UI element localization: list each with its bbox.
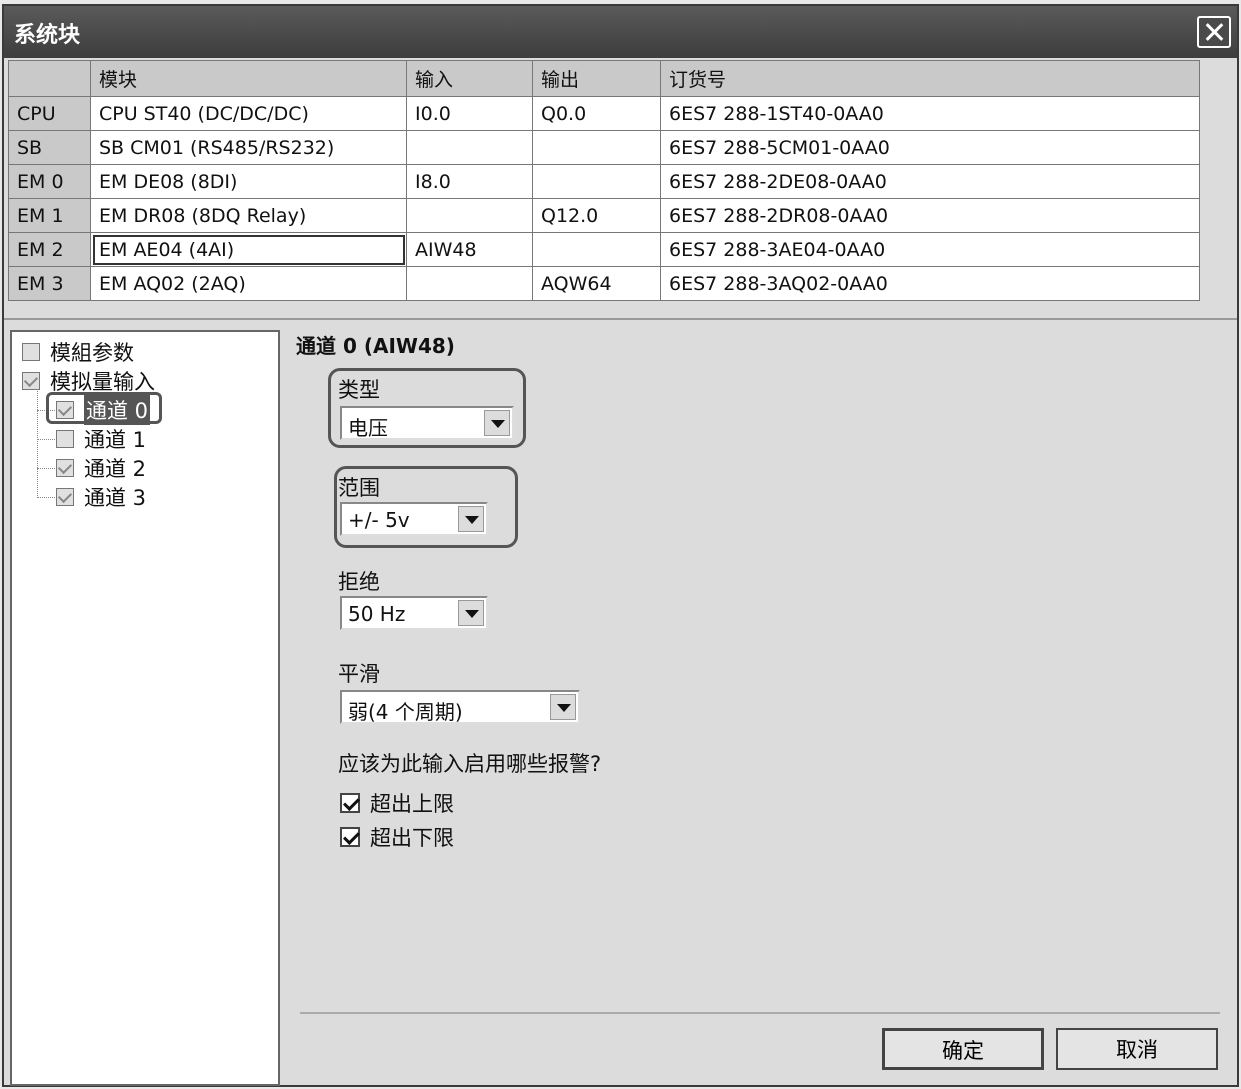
type-label: 类型 (338, 378, 380, 402)
tree-item-analog-input[interactable]: 模拟量输入 (22, 367, 155, 395)
tree-item-label: 模組参数 (50, 341, 134, 365)
output-cell[interactable]: AQW64 (532, 266, 661, 301)
range-select[interactable]: +/- 5v (340, 502, 488, 536)
module-cell[interactable]: EM AQ02 (2AQ) (90, 266, 407, 301)
chevron-down-icon[interactable] (484, 410, 510, 436)
header-output: 输出 (532, 60, 661, 97)
alarm-lower-checkbox-row[interactable]: 超出下限 (340, 822, 454, 852)
alarm-lower-checkbox[interactable] (340, 827, 360, 847)
table-row[interactable]: EM 3 EM AQ02 (2AQ) AQW64 6ES7 288-3AQ02-… (8, 266, 1200, 301)
alarm-upper-checkbox-row[interactable]: 超出上限 (340, 788, 454, 818)
reject-label: 拒绝 (338, 570, 380, 594)
type-select[interactable]: 电压 (340, 406, 514, 440)
row-slot[interactable]: EM 1 (8, 198, 91, 233)
system-block-dialog: 系统块 模块 输入 输出 订货号 CPU CPU ST40 (DC/DC/DC)… (2, 4, 1239, 1087)
input-cell[interactable] (406, 130, 533, 165)
order-cell[interactable]: 6ES7 288-2DE08-0AA0 (660, 164, 1200, 199)
alarm-question: 应该为此输入启用哪些报警? (338, 752, 602, 776)
tree-item-channel-3[interactable]: 通道 3 (56, 483, 146, 511)
header-order-number: 订货号 (660, 60, 1200, 97)
order-cell[interactable]: 6ES7 288-5CM01-0AA0 (660, 130, 1200, 165)
checkbox-icon[interactable] (56, 430, 74, 448)
checkbox-icon[interactable] (56, 488, 74, 506)
table-row[interactable]: EM 0 EM DE08 (8DI) I8.0 6ES7 288-2DE08-0… (8, 164, 1200, 199)
highlight-box (46, 392, 162, 424)
range-select-value: +/- 5v (348, 508, 410, 532)
tree-connector (37, 439, 57, 440)
cancel-button[interactable]: 取消 (1056, 1028, 1218, 1070)
checkbox-icon[interactable] (22, 343, 40, 361)
table-row[interactable]: EM 1 EM DR08 (8DQ Relay) Q12.0 6ES7 288-… (8, 198, 1200, 233)
alarm-lower-label: 超出下限 (370, 826, 454, 850)
reject-select-value: 50 Hz (348, 602, 406, 626)
output-cell[interactable] (532, 130, 661, 165)
output-cell[interactable]: Q0.0 (532, 96, 661, 131)
output-cell[interactable] (532, 232, 661, 267)
smooth-select-value: 弱(4 个周期) (348, 700, 463, 724)
button-separator (300, 1012, 1220, 1014)
order-cell[interactable]: 6ES7 288-3AQ02-0AA0 (660, 266, 1200, 301)
chevron-down-icon[interactable] (458, 506, 484, 532)
module-cell[interactable]: SB CM01 (RS485/RS232) (90, 130, 407, 165)
close-icon[interactable] (1197, 16, 1231, 48)
row-slot[interactable]: EM 2 (8, 232, 91, 267)
tree-item-channel-1[interactable]: 通道 1 (56, 425, 146, 453)
output-cell[interactable]: Q12.0 (532, 198, 661, 233)
row-slot[interactable]: EM 3 (8, 266, 91, 301)
reject-select[interactable]: 50 Hz (340, 596, 488, 630)
tree-item-module-params[interactable]: 模組参数 (22, 338, 134, 366)
pane-divider[interactable] (4, 318, 1237, 320)
channel-settings-panel: 通道 0 (AIW48) 类型 电压 范围 +/- 5v 拒绝 50 Hz 平滑… (296, 328, 1226, 1008)
tree-item-label: 通道 2 (84, 457, 147, 481)
module-cell[interactable]: EM DR08 (8DQ Relay) (90, 198, 407, 233)
input-cell[interactable]: I0.0 (406, 96, 533, 131)
output-cell[interactable] (532, 164, 661, 199)
range-label: 范围 (338, 476, 380, 500)
table-row[interactable]: CPU CPU ST40 (DC/DC/DC) I0.0 Q0.0 6ES7 2… (8, 96, 1200, 131)
tree-item-label: 通道 3 (84, 486, 147, 510)
order-cell[interactable]: 6ES7 288-3AE04-0AA0 (660, 232, 1200, 267)
row-slot[interactable]: EM 0 (8, 164, 91, 199)
table-row[interactable]: EM 2 EM AE04 (4AI) AIW48 6ES7 288-3AE04-… (8, 232, 1200, 267)
tree-connector (37, 497, 57, 498)
chevron-down-icon[interactable] (458, 600, 484, 626)
title-bar: 系统块 (4, 6, 1237, 58)
order-cell[interactable]: 6ES7 288-1ST40-0AA0 (660, 96, 1200, 131)
module-cell-selected[interactable]: EM AE04 (4AI) (90, 232, 407, 267)
parameter-tree: 模組参数 模拟量输入 通道 0 通道 1 通道 2 通道 3 (10, 330, 280, 1086)
row-slot[interactable]: CPU (8, 96, 91, 131)
input-cell[interactable] (406, 266, 533, 301)
checkbox-icon[interactable] (56, 459, 74, 477)
input-cell[interactable]: AIW48 (406, 232, 533, 267)
dialog-title: 系统块 (14, 23, 81, 48)
type-select-value: 电压 (348, 416, 388, 440)
alarm-upper-checkbox[interactable] (340, 793, 360, 813)
row-slot[interactable]: SB (8, 130, 91, 165)
tree-item-label: 通道 1 (84, 428, 147, 452)
alarm-upper-label: 超出上限 (370, 792, 454, 816)
chevron-down-icon[interactable] (550, 694, 576, 720)
table-header-row: 模块 输入 输出 订货号 (8, 60, 1200, 97)
header-module: 模块 (90, 60, 407, 97)
modules-table-area: 模块 输入 输出 订货号 CPU CPU ST40 (DC/DC/DC) I0.… (8, 60, 1200, 304)
header-slot (8, 60, 91, 97)
input-cell[interactable] (406, 198, 533, 233)
panel-title: 通道 0 (AIW48) (296, 334, 455, 358)
table-row[interactable]: SB SB CM01 (RS485/RS232) 6ES7 288-5CM01-… (8, 130, 1200, 165)
input-cell[interactable]: I8.0 (406, 164, 533, 199)
module-cell[interactable]: EM DE08 (8DI) (90, 164, 407, 199)
header-input: 输入 (406, 60, 533, 97)
checkbox-icon[interactable] (22, 372, 40, 390)
tree-item-channel-2[interactable]: 通道 2 (56, 454, 146, 482)
order-cell[interactable]: 6ES7 288-2DR08-0AA0 (660, 198, 1200, 233)
ok-button[interactable]: 确定 (882, 1028, 1044, 1070)
tree-connector (37, 468, 57, 469)
smooth-select[interactable]: 弱(4 个周期) (340, 690, 580, 724)
modules-table: 模块 输入 输出 订货号 CPU CPU ST40 (DC/DC/DC) I0.… (8, 60, 1200, 301)
module-cell[interactable]: CPU ST40 (DC/DC/DC) (90, 96, 407, 131)
smooth-label: 平滑 (338, 662, 380, 686)
